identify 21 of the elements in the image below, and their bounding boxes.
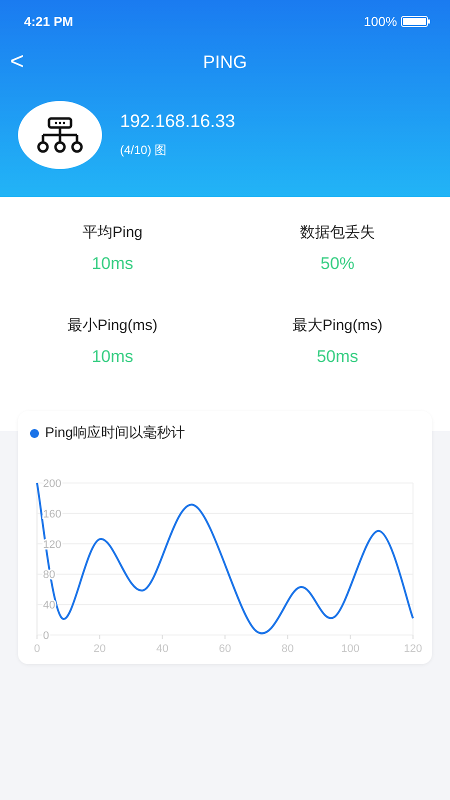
y-tick-label: 0 bbox=[43, 630, 50, 642]
page-title: PING bbox=[203, 52, 247, 72]
status-time: 4:21 PM bbox=[24, 14, 74, 28]
network-icon bbox=[35, 117, 85, 153]
y-tick-label: 200 bbox=[43, 478, 62, 490]
y-tick-label: 160 bbox=[43, 508, 62, 520]
host-address: 192.168.16.33 bbox=[120, 111, 236, 132]
stat-value: 10ms bbox=[92, 347, 134, 367]
stat-label: 平均Ping bbox=[82, 223, 143, 242]
battery-icon bbox=[401, 16, 430, 26]
battery-percent: 100% bbox=[364, 14, 397, 28]
y-tick-label: 40 bbox=[43, 600, 56, 612]
stat-label: 数据包丢失 bbox=[300, 223, 375, 242]
back-button[interactable]: < bbox=[0, 50, 34, 74]
legend-label: Ping响应时间以毫秒计 bbox=[45, 424, 186, 442]
host-subtitle: (4/10) 图 bbox=[120, 142, 168, 159]
stat-label: 最小Ping(ms) bbox=[67, 316, 158, 335]
stat-value: 50% bbox=[320, 254, 355, 274]
stat-value: 10ms bbox=[92, 254, 134, 274]
stat-value: 50ms bbox=[316, 347, 358, 367]
stat-label: 最大Ping(ms) bbox=[292, 316, 382, 335]
